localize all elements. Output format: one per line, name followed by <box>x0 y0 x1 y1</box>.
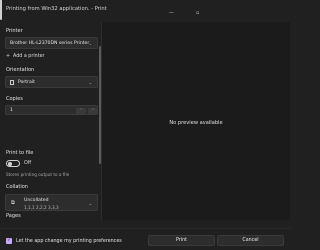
dialog-footer: ✓ Let the app change my printing prefere… <box>0 228 290 250</box>
toggle-knob <box>8 162 12 166</box>
app-preferences-label: Let the app change my printing preferenc… <box>16 238 122 244</box>
toggle-state-text: Off <box>24 161 32 166</box>
print-button[interactable]: Print <box>148 235 215 246</box>
printer-select[interactable]: Brother HL-L2370DN series Printer ⌄ <box>5 37 98 49</box>
sidebar-scrollbar[interactable] <box>99 46 101 164</box>
pages-section: Pages <box>0 213 102 228</box>
printer-label: Printer <box>6 28 23 34</box>
chevron-down-icon: ⌄ <box>88 80 92 85</box>
print-to-file-toggle[interactable] <box>6 160 20 167</box>
collation-label: Collation <box>6 184 28 190</box>
settings-sidebar <box>0 22 102 220</box>
increment-button[interactable]: ˄ <box>76 107 86 114</box>
orientation-value: Portrait <box>18 80 35 85</box>
maximize-icon[interactable] <box>0 0 2 20</box>
printer-value: Brother HL-L2370DN series Printer <box>10 41 90 46</box>
copies-value: 1 <box>10 108 13 113</box>
collation-value: Uncollated <box>24 198 49 203</box>
cancel-button[interactable]: Cancel <box>217 235 284 246</box>
add-printer-link[interactable]: + Add a printer <box>6 54 45 59</box>
window-title: Printing from Win32 application. - Print <box>6 6 107 12</box>
add-printer-label: Add a printer <box>13 54 45 59</box>
print-to-file-hint: Stores printing output to a file <box>6 172 70 177</box>
restore-icon[interactable]: ▫ <box>196 11 199 16</box>
chevron-down-icon: ⌄ <box>88 41 92 46</box>
minimize-icon[interactable]: — <box>169 11 174 16</box>
pages-label: Pages <box>6 213 21 219</box>
decrement-button[interactable]: ˅ <box>88 107 98 114</box>
chevron-down-icon: ⌄ <box>88 201 92 206</box>
copies-label: Copies <box>6 96 23 102</box>
copies-input[interactable]: 1 ˄ ˅ <box>5 105 98 115</box>
no-preview-message: No preview available <box>169 120 223 126</box>
orientation-select[interactable]: Portrait ⌄ <box>5 76 98 88</box>
portrait-page-icon <box>10 80 14 85</box>
title-bar: Printing from Win32 application. - Print… <box>0 0 290 22</box>
app-preferences-checkbox[interactable]: ✓ <box>6 238 12 244</box>
collation-icon: ⧉ <box>11 200 15 206</box>
plus-icon: + <box>6 54 11 59</box>
print-to-file-label: Print to file <box>6 150 34 156</box>
orientation-label: Orientation <box>6 67 35 73</box>
print-preview-pane: No preview available <box>102 22 290 220</box>
collation-select[interactable]: ⧉ Uncollated 1,1,1 2,2,2 3,3,3 ⌄ <box>5 194 98 211</box>
collation-detail: 1,1,1 2,2,2 3,3,3 <box>24 204 59 210</box>
